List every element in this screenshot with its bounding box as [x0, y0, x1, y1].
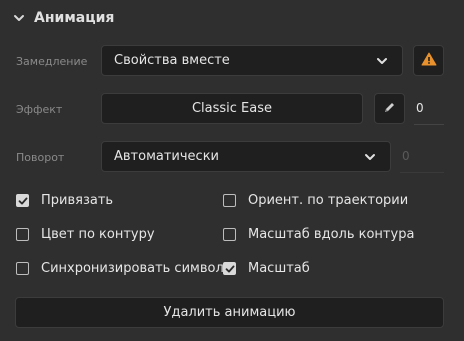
checkbox-sync-symbols-box[interactable]: [16, 262, 29, 275]
checkbox-sync-symbols-label: Синхронизировать символы: [41, 261, 235, 276]
checkmark-icon: [225, 265, 234, 272]
easing-warning-button[interactable]: [413, 45, 444, 76]
checkbox-color-path-box[interactable]: [16, 228, 29, 241]
section-header[interactable]: Анимация: [12, 6, 114, 30]
dropdown-caret-icon: [360, 147, 380, 167]
checkbox-orient-path-box[interactable]: [223, 194, 236, 207]
checkbox-snap-box[interactable]: [16, 194, 29, 207]
checkbox-sync-symbols[interactable]: Синхронизировать символы: [16, 261, 234, 276]
checkbox-scale-path-box[interactable]: [223, 228, 236, 241]
checkbox-scale[interactable]: Масштаб: [223, 261, 310, 276]
effect-edit-button[interactable]: [374, 93, 405, 124]
rotation-select[interactable]: Автоматически: [101, 141, 391, 172]
checkbox-snap[interactable]: Привязать: [16, 193, 113, 208]
checkbox-color-path[interactable]: Цвет по контуру: [16, 227, 155, 242]
section-title: Анимация: [34, 10, 115, 26]
chevron-down-icon[interactable]: [12, 11, 26, 25]
easing-label: Замедление: [16, 55, 88, 68]
easing-select[interactable]: Свойства вместе: [101, 45, 403, 76]
delete-animation-label: Удалить анимацию: [163, 305, 296, 320]
delete-animation-button[interactable]: Удалить анимацию: [15, 297, 444, 328]
rotation-select-value: Автоматически: [114, 149, 220, 164]
pencil-icon: [383, 99, 396, 118]
dropdown-caret-icon: [372, 51, 392, 71]
effect-value: Classic Ease: [191, 101, 273, 116]
effect-label: Эффект: [16, 103, 63, 116]
rotation-number-underline: [400, 172, 444, 173]
checkbox-orient-path-label: Ориент. по траектории: [248, 193, 409, 208]
rotation-label: Поворот: [16, 151, 65, 164]
rotation-number-input[interactable]: 0: [402, 149, 410, 163]
effect-number-input[interactable]: 0: [416, 101, 424, 115]
animation-panel: Анимация Замедление Свойства вместе Эффе…: [0, 0, 464, 341]
checkbox-scale-path-label: Масштаб вдоль контура: [248, 227, 415, 242]
checkbox-scale-box[interactable]: [223, 262, 236, 275]
checkbox-scale-path[interactable]: Масштаб вдоль контура: [223, 227, 414, 242]
effect-button[interactable]: Classic Ease: [101, 93, 363, 124]
checkbox-scale-label: Масштаб: [248, 261, 310, 276]
effect-number-underline: [414, 124, 444, 125]
easing-select-value: Свойства вместе: [114, 53, 230, 68]
checkbox-color-path-label: Цвет по контуру: [41, 227, 155, 242]
checkbox-snap-label: Привязать: [41, 193, 114, 208]
warning-icon: [421, 51, 437, 70]
checkmark-icon: [18, 197, 27, 204]
checkbox-orient-path[interactable]: Ориент. по траектории: [223, 193, 408, 208]
